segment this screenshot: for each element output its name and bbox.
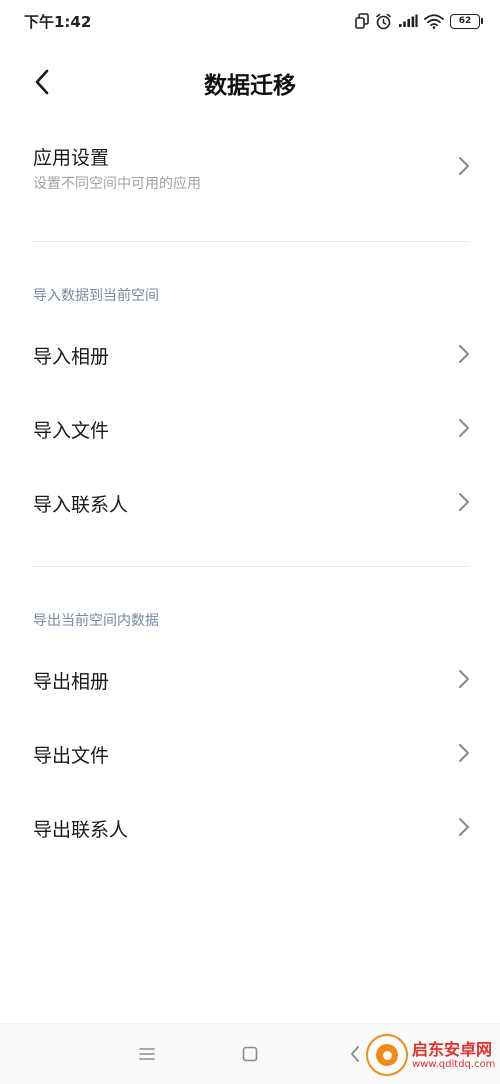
export-contacts-row[interactable]: 导出联系人	[0, 797, 500, 857]
status-time: 下午1:42	[24, 13, 92, 31]
title-bar: 数据迁移	[0, 52, 500, 112]
wifi-icon	[424, 13, 444, 29]
back-icon	[351, 1046, 359, 1062]
watermark-logo-icon	[366, 1034, 408, 1076]
page-title: 数据迁移	[204, 73, 296, 99]
menu-button[interactable]	[133, 1042, 161, 1066]
app-settings-subtitle: 设置不同空间中可用的应用	[33, 176, 201, 192]
divider	[32, 566, 468, 567]
chevron-right-icon	[459, 818, 469, 836]
alarm-icon	[375, 13, 392, 30]
navigation-bar: 启东安卓网 www.qdltdq.com	[0, 1023, 500, 1084]
export-album-row[interactable]: 导出相册	[0, 649, 500, 709]
import-files-label: 导入文件	[33, 420, 110, 442]
dual-sim-icon	[355, 13, 369, 29]
home-icon	[242, 1046, 258, 1062]
watermark-name: 启东安卓网	[412, 1040, 493, 1059]
chevron-right-icon	[459, 744, 469, 762]
export-files-label: 导出文件	[33, 745, 110, 767]
chevron-right-icon	[459, 419, 469, 437]
export-album-label: 导出相册	[33, 671, 110, 693]
export-section-header: 导出当前空间内数据	[33, 613, 159, 629]
status-icons: 62	[355, 10, 483, 32]
divider	[32, 241, 468, 242]
watermark-url: www.qdltdq.com	[412, 1059, 496, 1070]
signal-icon	[398, 14, 418, 28]
import-contacts-row[interactable]: 导入联系人	[0, 472, 500, 532]
app-settings-row[interactable]: 应用设置 设置不同空间中可用的应用	[0, 132, 500, 212]
menu-icon	[139, 1048, 155, 1060]
watermark: 启东安卓网 www.qdltdq.com	[366, 1026, 496, 1082]
import-album-label: 导入相册	[33, 346, 110, 368]
chevron-right-icon	[459, 345, 469, 363]
chevron-right-icon	[459, 493, 469, 511]
chevron-right-icon	[459, 157, 469, 175]
import-contacts-label: 导入联系人	[33, 494, 129, 516]
export-files-row[interactable]: 导出文件	[0, 723, 500, 783]
app-settings-label: 应用设置	[33, 147, 110, 169]
import-section-header: 导入数据到当前空间	[33, 288, 159, 304]
import-files-row[interactable]: 导入文件	[0, 398, 500, 458]
battery-level: 62	[458, 15, 472, 26]
home-button[interactable]	[236, 1042, 264, 1066]
export-contacts-label: 导出联系人	[33, 819, 129, 841]
chevron-right-icon	[459, 670, 469, 688]
status-bar: 下午1:42 62	[0, 0, 500, 42]
nav-back-button[interactable]	[341, 1042, 369, 1066]
battery-icon: 62	[450, 13, 483, 29]
import-album-row[interactable]: 导入相册	[0, 324, 500, 384]
